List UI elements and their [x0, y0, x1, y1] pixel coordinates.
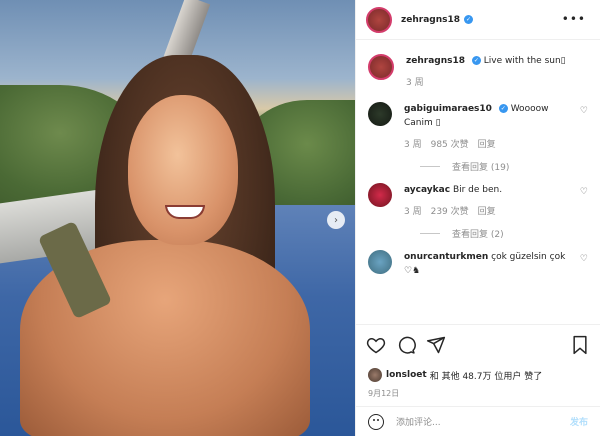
divider-line [420, 166, 440, 167]
save-button[interactable] [570, 335, 590, 355]
comment-text: Woooow [510, 104, 549, 114]
caption-avatar[interactable] [368, 54, 394, 80]
more-options-icon[interactable]: ••• [562, 12, 586, 26]
action-bar [356, 324, 600, 364]
comment-meta: 3 周 985 次赞 回复 [404, 138, 548, 152]
comment-text-line2: Canim ▯ [404, 118, 441, 128]
comment-age: 3 周 [404, 207, 422, 217]
like-comment-icon[interactable]: ♡ [580, 254, 588, 264]
comment-text: Bir de ben. [452, 185, 503, 195]
commenter-username[interactable]: gabiguimaraes10 [404, 104, 492, 114]
comment-text-line2: ♡♞ [404, 266, 421, 276]
like-comment-icon[interactable]: ♡ [580, 187, 588, 197]
heart-icon [366, 337, 386, 353]
commenter-avatar[interactable] [368, 183, 392, 207]
reply-button[interactable]: 回复 [478, 138, 496, 152]
like-comment-icon[interactable]: ♡ [580, 106, 588, 116]
share-button[interactable] [426, 335, 446, 355]
view-replies-button[interactable]: 查看回复 (2) [420, 227, 588, 240]
comment-icon [398, 336, 416, 354]
emoji-icon[interactable] [368, 413, 384, 430]
comment-body: gabiguimaraes10 ✓ Woooow Canim ▯ 3 周 985… [404, 102, 548, 152]
post-date[interactable]: 9月12日 [356, 384, 600, 406]
add-comment-input[interactable]: 添加评论... [396, 415, 570, 428]
comment-row: aycaykac Bir de ben. 3 周 239 次赞 回复 ♡ [368, 183, 588, 219]
reply-button[interactable]: 回复 [478, 205, 496, 219]
comment-likes[interactable]: 985 次赞 [431, 138, 469, 152]
liker-username[interactable]: lonsloet [386, 370, 427, 380]
comment-body: onurcanturkmen çok güzelsin çok ♡♞ [404, 250, 565, 278]
comment-body: aycaykac Bir de ben. 3 周 239 次赞 回复 [404, 183, 502, 219]
caption-age: 3 周 [406, 78, 424, 88]
verified-icon: ✓ [498, 104, 508, 113]
comment-likes[interactable]: 239 次赞 [431, 205, 469, 219]
post-sidebar: zehragns18 ✓ ••• zehragns18 ✓ Live with … [355, 0, 600, 436]
author-avatar[interactable] [366, 6, 392, 33]
commenter-avatar[interactable] [368, 102, 392, 126]
view-replies-button[interactable]: 查看回复 (19) [420, 160, 588, 173]
caption-username[interactable]: zehragns18 [406, 56, 465, 66]
share-icon [426, 336, 446, 353]
comment-row: onurcanturkmen çok güzelsin çok ♡♞ ♡ [368, 250, 588, 278]
likes-summary: lonsloet 和 其他 48.7万 位用户 赞了 [356, 364, 600, 384]
like-button[interactable] [366, 335, 386, 355]
bookmark-icon [573, 335, 587, 355]
comment-row: gabiguimaraes10 ✓ Woooow Canim ▯ 3 周 985… [368, 102, 588, 152]
commenter-avatar[interactable] [368, 250, 392, 274]
view-replies-label: 查看回复 (2) [452, 230, 504, 240]
commenter-username[interactable]: onurcanturkmen [404, 252, 488, 262]
view-replies-label: 查看回复 (19) [452, 163, 510, 173]
comment-meta: 3 周 239 次赞 回复 [404, 205, 502, 219]
next-photo-button[interactable]: › [327, 211, 345, 229]
comment-age: 3 周 [404, 140, 422, 150]
photo-face [128, 95, 238, 245]
comment-button[interactable] [396, 335, 416, 355]
chevron-right-icon: › [334, 214, 338, 226]
commenter-username[interactable]: aycaykac [404, 185, 450, 195]
caption-meta: 3 周 [406, 76, 566, 90]
caption-body: zehragns18 ✓ Live with the sun▯ 3 周 [406, 54, 566, 90]
liker-avatar[interactable] [368, 368, 382, 382]
instagram-post: › zehragns18 ✓ ••• zehragns18 ✓ Live wit… [0, 0, 600, 436]
author-username[interactable]: zehragns18 [401, 15, 460, 25]
verified-icon: ✓ [464, 15, 473, 24]
comments-section: zehragns18 ✓ Live with the sun▯ 3 周 gabi… [356, 40, 600, 324]
add-comment-bar: 添加评论... 发布 [356, 406, 600, 436]
post-photo[interactable]: › [0, 0, 355, 436]
caption-row: zehragns18 ✓ Live with the sun▯ 3 周 [368, 54, 588, 90]
post-header: zehragns18 ✓ ••• [356, 0, 600, 40]
comment-text: çok güzelsin çok [491, 252, 566, 262]
verified-icon: ✓ [471, 56, 481, 65]
likes-rest[interactable]: 和 其他 48.7万 位用户 赞了 [430, 369, 542, 382]
divider-line [420, 233, 440, 234]
caption-text: Live with the sun▯ [483, 56, 566, 66]
post-comment-button[interactable]: 发布 [570, 415, 588, 428]
